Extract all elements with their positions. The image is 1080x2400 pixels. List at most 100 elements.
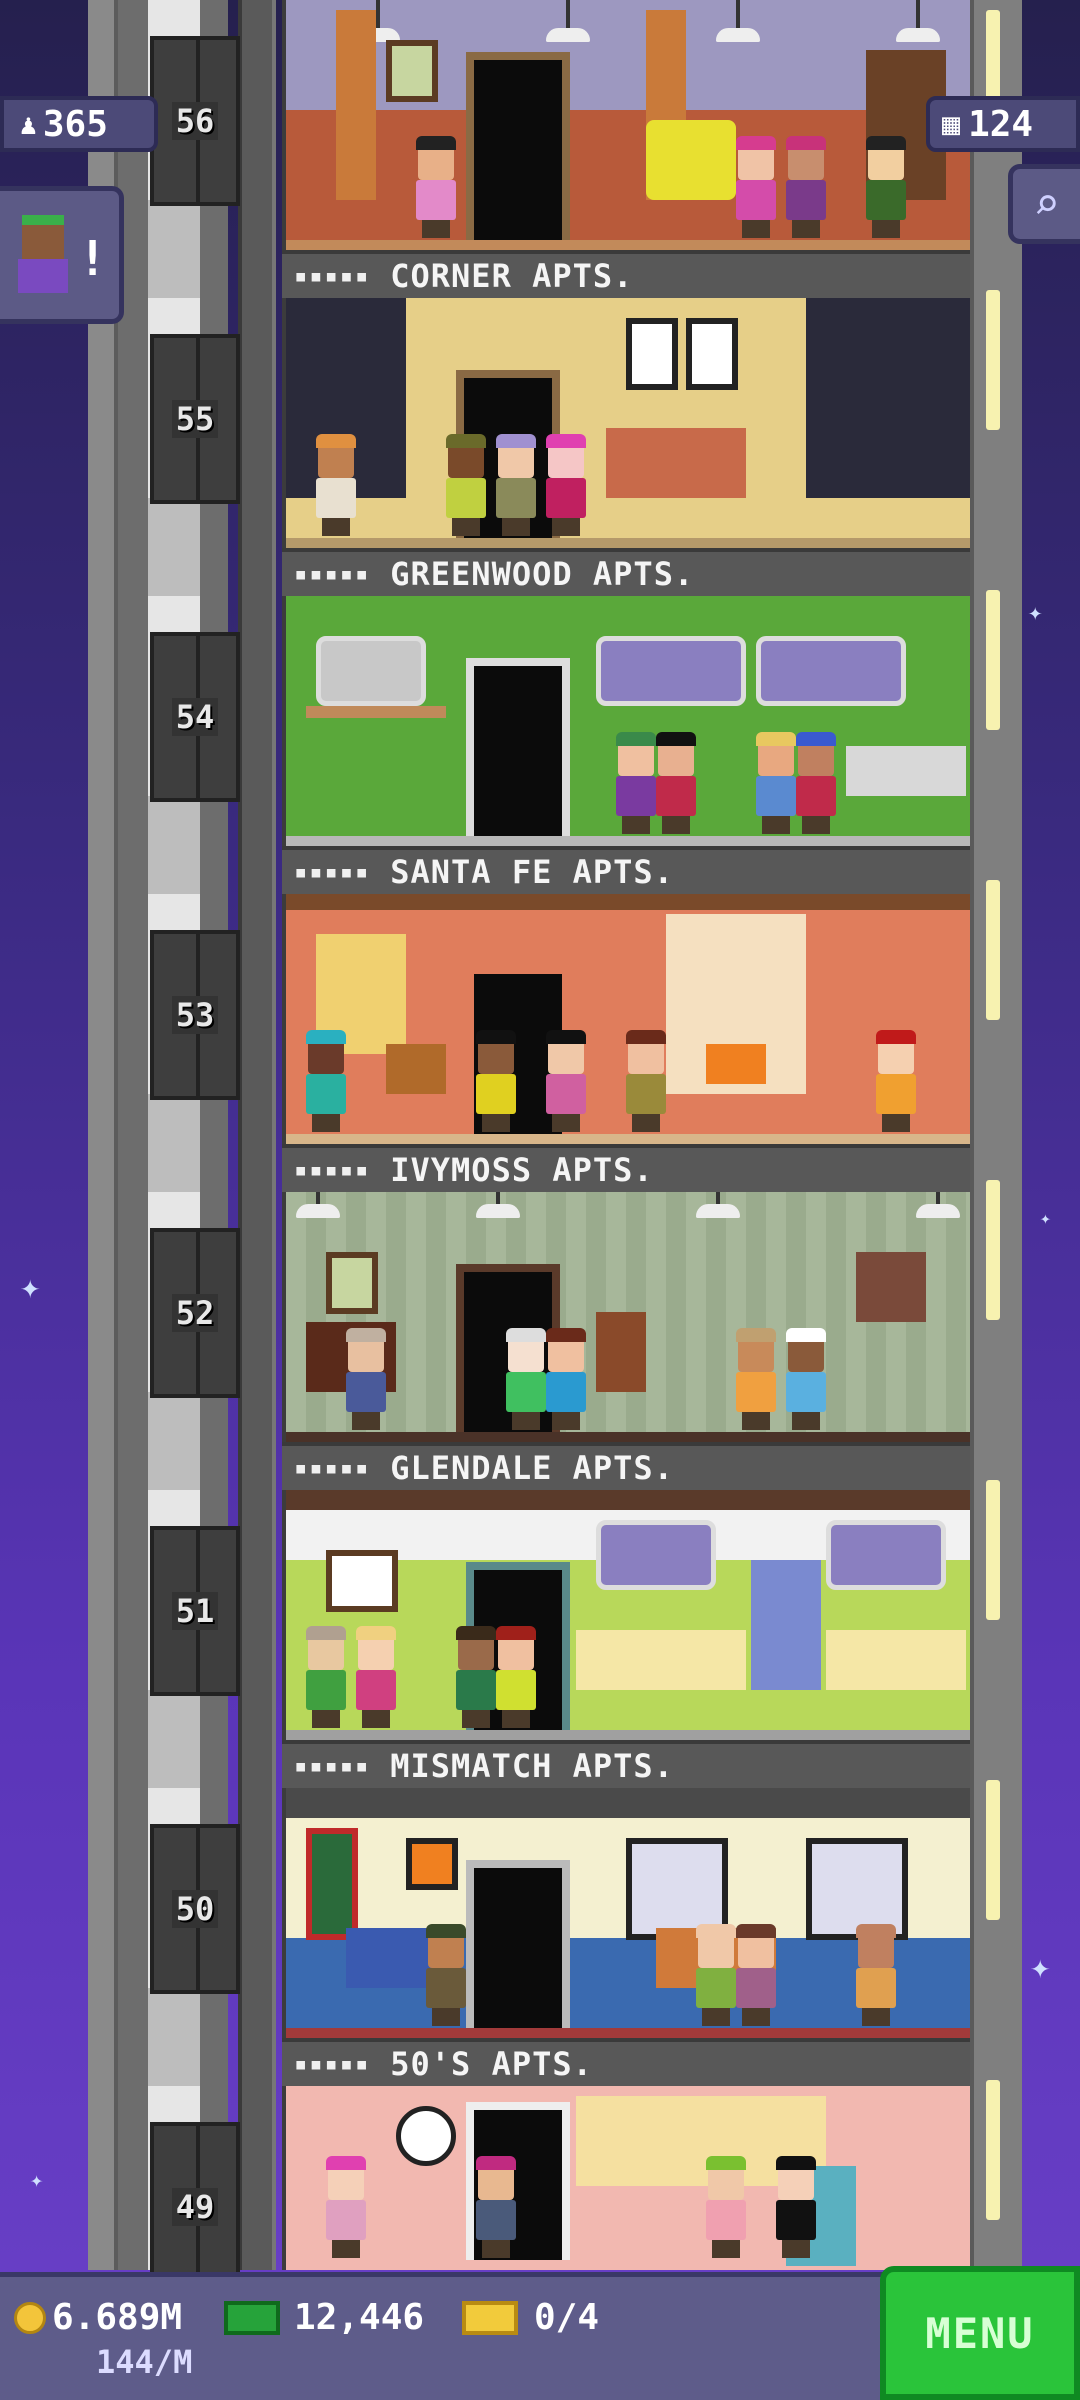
wall-light	[986, 880, 1000, 1020]
room-interior[interactable]	[282, 596, 970, 846]
person-icon: ♟	[20, 107, 37, 141]
resident[interactable]	[706, 2156, 746, 2258]
resident[interactable]	[306, 1030, 346, 1132]
room-interior[interactable]	[282, 1490, 970, 1740]
star-rating: ▪▪▪▪▪	[294, 1753, 371, 1779]
resident[interactable]	[696, 1924, 736, 2026]
elevator-stop-53[interactable]: 53	[150, 930, 240, 1100]
resident[interactable]	[786, 1328, 826, 1430]
star-rating: ▪▪▪▪▪	[294, 1157, 371, 1183]
resident[interactable]	[736, 1924, 776, 2026]
star-rating: ▪▪▪▪▪	[294, 561, 371, 587]
floor-52[interactable]: ▪▪▪▪▪ GLENDALE APTS.	[282, 1192, 970, 1490]
ceiling-lamp	[546, 0, 590, 42]
resident[interactable]	[876, 1030, 916, 1132]
bux-icon	[224, 2300, 280, 2335]
sky-star: ✦	[1030, 1947, 1051, 1987]
room-interior[interactable]	[282, 1192, 970, 1442]
resident[interactable]	[796, 732, 836, 834]
elevator-stop-52[interactable]: 52	[150, 1228, 240, 1398]
resident[interactable]	[546, 434, 586, 536]
resident[interactable]	[346, 1328, 386, 1430]
room-interior[interactable]	[282, 0, 970, 250]
floors-value: 124	[968, 103, 1034, 145]
wall-picture	[306, 1828, 358, 1940]
resident[interactable]	[866, 136, 906, 238]
resident[interactable]	[546, 1328, 586, 1430]
resident[interactable]	[776, 2156, 816, 2258]
wall-picture	[626, 318, 678, 390]
resident[interactable]	[476, 2156, 516, 2258]
floor-51[interactable]: ▪▪▪▪▪ MISMATCH APTS.	[282, 1490, 970, 1788]
floors-counter[interactable]: ▦ 124	[926, 96, 1080, 152]
floor-name-sign[interactable]: ▪▪▪▪▪ IVYMOSS APTS.	[282, 1144, 970, 1192]
oval-window	[596, 1520, 716, 1590]
elevator-stop-51[interactable]: 51	[150, 1526, 240, 1696]
floor-53[interactable]: ▪▪▪▪▪ IVYMOSS APTS.	[282, 894, 970, 1192]
resident[interactable]	[426, 1924, 466, 2026]
resident[interactable]	[326, 2156, 366, 2258]
menu-button[interactable]: MENU	[880, 2266, 1080, 2400]
resident[interactable]	[416, 136, 456, 238]
elevator-stop-55[interactable]: 55	[150, 334, 240, 504]
bux-display[interactable]: 12,446	[224, 2297, 424, 2338]
coins-display[interactable]: 6.689M	[14, 2297, 182, 2338]
search-button[interactable]: ⌕	[1008, 164, 1080, 244]
elevator-stop-50[interactable]: 50	[150, 1824, 240, 1994]
wall-light	[986, 1780, 1000, 1920]
wall-picture	[326, 1550, 398, 1612]
apartment-door[interactable]	[466, 1860, 570, 2028]
population-counter[interactable]: ♟ 365	[0, 96, 158, 152]
elevator-stop-54[interactable]: 54	[150, 632, 240, 802]
resident[interactable]	[786, 136, 826, 238]
room-interior[interactable]	[282, 2086, 970, 2270]
floor-surface	[286, 836, 970, 846]
jukebox	[596, 1312, 646, 1392]
room-interior[interactable]	[282, 1788, 970, 2038]
floor-50[interactable]: ▪▪▪▪▪ 50'S APTS.	[282, 1788, 970, 2086]
elevator-stop-49[interactable]: 49	[150, 2122, 240, 2292]
refrigerator	[751, 1560, 821, 1690]
resident[interactable]	[456, 1626, 496, 1728]
floor-56[interactable]: ▪▪▪▪▪ CORNER APTS.	[282, 0, 970, 298]
curtain	[336, 10, 376, 200]
star-rating: ▪▪▪▪▪	[294, 2051, 371, 2077]
resident[interactable]	[626, 1030, 666, 1132]
resident[interactable]	[616, 732, 656, 834]
resident[interactable]	[476, 1030, 516, 1132]
resident[interactable]	[756, 732, 796, 834]
resident[interactable]	[316, 434, 356, 536]
resident[interactable]	[356, 1626, 396, 1728]
resident[interactable]	[736, 1328, 776, 1430]
coins-value: 6.689M	[52, 2297, 183, 2338]
floor-55[interactable]: ▪▪▪▪▪ GREENWOOD APTS.	[282, 298, 970, 596]
room-interior[interactable]	[282, 894, 970, 1144]
elevator-stop-56[interactable]: 56	[150, 36, 240, 206]
floor-name-sign[interactable]: ▪▪▪▪▪ 50'S APTS.	[282, 2038, 970, 2086]
floor-name-sign[interactable]: ▪▪▪▪▪ SANTA FE APTS.	[282, 846, 970, 894]
visitor-alert-button[interactable]: !	[0, 186, 124, 324]
floor-name-sign[interactable]: ▪▪▪▪▪ MISMATCH APTS.	[282, 1740, 970, 1788]
room-interior[interactable]	[282, 298, 970, 548]
resident[interactable]	[736, 136, 776, 238]
floor-name-sign[interactable]: ▪▪▪▪▪ CORNER APTS.	[282, 250, 970, 298]
resident[interactable]	[506, 1328, 546, 1430]
resident[interactable]	[546, 1030, 586, 1132]
floor-54[interactable]: ▪▪▪▪▪ SANTA FE APTS.	[282, 596, 970, 894]
floor-surface	[286, 1134, 970, 1144]
tickets-display[interactable]: 0/4	[462, 2297, 599, 2338]
resident[interactable]	[496, 434, 536, 536]
resident[interactable]	[856, 1924, 896, 2026]
resident[interactable]	[306, 1626, 346, 1728]
resident[interactable]	[446, 434, 486, 536]
floor-name-sign[interactable]: ▪▪▪▪▪ GREENWOOD APTS.	[282, 548, 970, 596]
apartment-door[interactable]	[466, 658, 570, 836]
floor-number: 51	[171, 1592, 219, 1630]
computer-desk	[846, 746, 966, 796]
resident[interactable]	[656, 732, 696, 834]
resident[interactable]	[496, 1626, 536, 1728]
apartment-door[interactable]	[466, 52, 570, 240]
sky-star: ✦	[30, 2168, 44, 2193]
visitor-avatar-icon	[18, 215, 68, 305]
floor-name-sign[interactable]: ▪▪▪▪▪ GLENDALE APTS.	[282, 1442, 970, 1490]
